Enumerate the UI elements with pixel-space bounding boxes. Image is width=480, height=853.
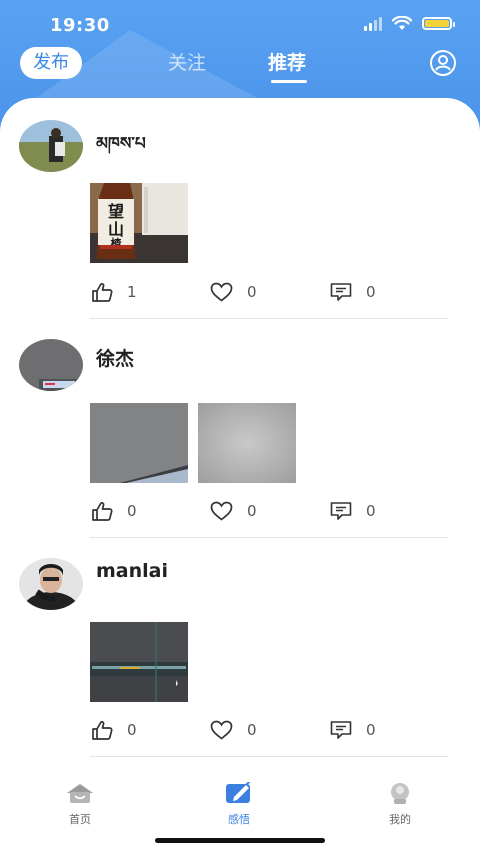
like-count: 0	[127, 721, 137, 739]
publish-button[interactable]: 发布	[20, 47, 82, 79]
avatar[interactable]	[19, 120, 83, 172]
feed: མཁས་པ 望 山 楂 1 0 0 徐杰 0 0 0 manlai 0 0 0	[0, 98, 480, 768]
like-count: 1	[127, 283, 137, 301]
comment-icon	[330, 502, 352, 520]
profile-icon	[391, 783, 409, 804]
avatar[interactable]	[19, 339, 83, 391]
svg-text:望: 望	[108, 202, 124, 221]
heart-icon	[210, 282, 233, 302]
battery-icon	[422, 17, 455, 30]
comment-button[interactable]: 0	[330, 501, 376, 521]
post-author-name: 徐杰	[96, 348, 135, 370]
favorite-button[interactable]: 0	[210, 501, 257, 521]
comment-icon	[330, 721, 352, 739]
post-image[interactable]: 望 山 楂	[90, 183, 188, 263]
post-actions: 0 0 0	[0, 720, 480, 744]
thumbs-up-icon	[92, 721, 113, 740]
post-divider	[90, 537, 448, 538]
thumbs-up-icon	[92, 283, 113, 302]
status-icons	[364, 16, 455, 31]
edit-icon	[226, 780, 251, 803]
top-nav-bar: 发布 关注 推荐	[0, 44, 480, 94]
like-button[interactable]: 0	[91, 501, 137, 521]
comment-button[interactable]: 0	[330, 720, 376, 740]
like-button[interactable]: 1	[91, 282, 137, 302]
like-button[interactable]: 0	[91, 720, 137, 740]
post-actions: 0 0 0	[0, 501, 480, 525]
home-icon	[67, 784, 93, 803]
home-indicator[interactable]	[155, 838, 325, 843]
cellular-signal-icon	[364, 16, 382, 31]
tab-recommended[interactable]: 推荐	[268, 48, 306, 75]
comment-count: 0	[366, 721, 376, 739]
bottom-nav-label: 我的	[389, 813, 411, 826]
heart-icon	[210, 501, 233, 521]
comment-count: 0	[366, 502, 376, 520]
tab-following[interactable]: 关注	[168, 48, 206, 75]
comment-count: 0	[366, 283, 376, 301]
post-image[interactable]	[90, 622, 188, 702]
heart-icon	[210, 720, 233, 740]
avatar[interactable]	[19, 558, 83, 610]
post-author-name: མཁས་པ	[96, 134, 146, 154]
thumbs-up-icon	[92, 502, 113, 521]
favorite-button[interactable]: 0	[210, 282, 257, 302]
bottom-nav-label: 首页	[69, 813, 91, 826]
comment-button[interactable]: 0	[330, 282, 376, 302]
post-divider	[90, 318, 448, 319]
bottom-nav-me[interactable]: 我的	[360, 782, 440, 827]
bottom-nav-home[interactable]: 首页	[40, 782, 120, 827]
post-actions: 1 0 0	[0, 282, 480, 306]
favorite-button[interactable]: 0	[210, 720, 257, 740]
favorite-count: 0	[247, 283, 257, 301]
bottom-nav-insights[interactable]: 感悟	[199, 780, 279, 827]
like-count: 0	[127, 502, 137, 520]
active-tab-indicator	[271, 80, 307, 83]
post-divider	[90, 756, 448, 757]
post-image[interactable]	[198, 403, 296, 483]
status-time: 19:30	[50, 15, 110, 36]
favorite-count: 0	[247, 721, 257, 739]
wifi-icon	[392, 16, 412, 30]
profile-icon[interactable]	[430, 50, 456, 76]
bottom-nav-label: 感悟	[228, 813, 250, 826]
post-image[interactable]	[90, 403, 188, 483]
comment-icon	[330, 283, 352, 301]
post-author-name: manlai	[96, 560, 168, 582]
favorite-count: 0	[247, 502, 257, 520]
